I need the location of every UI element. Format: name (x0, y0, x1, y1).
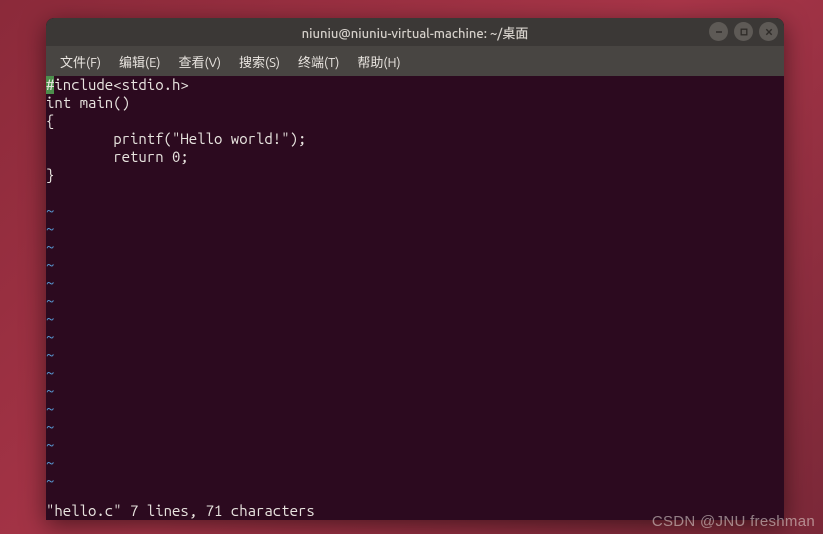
minimize-icon (714, 27, 724, 37)
tilde-line: ~ (46, 454, 784, 472)
titlebar[interactable]: niuniu@niuniu-virtual-machine: ~/桌面 (46, 18, 784, 46)
tilde-line: ~ (46, 382, 784, 400)
tilde-line: ~ (46, 274, 784, 292)
menubar: 文件(F) 编辑(E) 查看(V) 搜索(S) 终端(T) 帮助(H) (46, 46, 784, 76)
watermark: CSDN @JNU freshman (652, 513, 815, 530)
menu-terminal[interactable]: 终端(T) (290, 48, 347, 75)
menu-search[interactable]: 搜索(S) (231, 48, 288, 75)
tilde-line: ~ (46, 238, 784, 256)
code-line-5: return 0; (46, 148, 784, 166)
minimize-button[interactable] (709, 22, 728, 41)
menu-file[interactable]: 文件(F) (52, 48, 109, 75)
code-line-2: int main() (46, 94, 784, 112)
menu-help[interactable]: 帮助(H) (349, 48, 408, 75)
code-text: include<stdio.h> (54, 76, 188, 93)
tilde-line: ~ (46, 328, 784, 346)
code-line-3: { (46, 112, 784, 130)
code-line-4: printf("Hello world!"); (46, 130, 784, 148)
code-line-1: #include<stdio.h> (46, 76, 784, 94)
maximize-icon (739, 27, 749, 37)
tilde-line: ~ (46, 220, 784, 238)
window-controls (709, 22, 778, 41)
window-title: niuniu@niuniu-virtual-machine: ~/桌面 (302, 23, 529, 42)
tilde-line: ~ (46, 346, 784, 364)
close-icon (764, 27, 774, 37)
tilde-line: ~ (46, 418, 784, 436)
tilde-line: ~ (46, 292, 784, 310)
tilde-line: ~ (46, 310, 784, 328)
terminal-window: niuniu@niuniu-virtual-machine: ~/桌面 文件(F… (46, 18, 784, 520)
code-line-7 (46, 184, 784, 202)
tilde-line: ~ (46, 256, 784, 274)
tilde-line: ~ (46, 400, 784, 418)
tilde-line: ~ (46, 202, 784, 220)
menu-edit[interactable]: 编辑(E) (111, 48, 168, 75)
maximize-button[interactable] (734, 22, 753, 41)
terminal-viewport[interactable]: #include<stdio.h> int main() { printf("H… (46, 76, 784, 520)
tilde-line: ~ (46, 472, 784, 490)
tilde-line: ~ (46, 364, 784, 382)
tilde-line: ~ (46, 436, 784, 454)
code-line-6: } (46, 166, 784, 184)
menu-view[interactable]: 查看(V) (171, 48, 229, 75)
close-button[interactable] (759, 22, 778, 41)
editor-area[interactable]: #include<stdio.h> int main() { printf("H… (46, 76, 784, 502)
